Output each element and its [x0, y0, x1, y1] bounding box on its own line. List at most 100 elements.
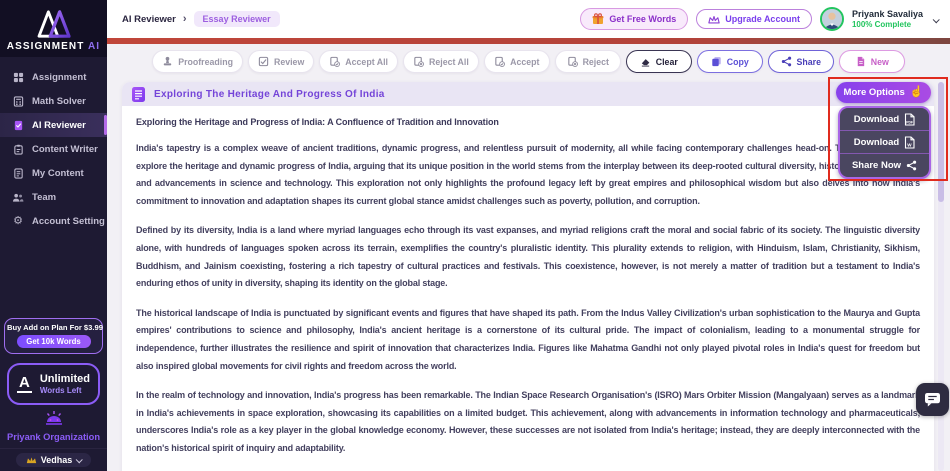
hand-pointer-icon: ☝ — [909, 86, 924, 98]
review-button[interactable]: Review — [247, 50, 315, 73]
calculator-icon — [12, 95, 24, 107]
reject-icon — [567, 56, 578, 67]
sidebar-item-label: Assignment — [32, 71, 87, 83]
document-title: Exploring The Heritage And Progress Of I… — [154, 88, 385, 100]
new-label: New — [870, 56, 889, 67]
logo-text-main: ASSIGNMENT — [6, 40, 85, 52]
sidebar-item-content-writer[interactable]: Content Writer — [0, 137, 107, 161]
reject-label: Reject — [582, 56, 609, 67]
gear-icon: ⚙ — [13, 214, 23, 227]
sidebar-item-my-content[interactable]: My Content — [0, 161, 107, 185]
profile-complete-badge: 100% Complete — [851, 19, 912, 29]
header-actions: Get Free Words Upgrade Account Priyank S… — [580, 7, 940, 31]
essay-body[interactable]: Exploring the Heritage and Progress of I… — [122, 106, 934, 471]
download-word-menu-item[interactable]: Download W — [840, 131, 929, 154]
crown-icon — [26, 457, 36, 464]
chevron-down-icon[interactable] — [932, 10, 940, 28]
reviewer-doc-icon — [12, 119, 24, 131]
proofreading-label: Proofreading — [178, 56, 233, 67]
clear-label: Clear — [655, 56, 678, 67]
accept-all-icon — [330, 56, 341, 67]
organization-icon — [0, 410, 107, 432]
more-options-button[interactable]: More Options ☝ — [836, 82, 931, 103]
more-options-dropdown: Download PDF Download W Share Now — [838, 106, 931, 179]
svg-text:W: W — [907, 142, 912, 147]
sidebar-item-label: Team — [32, 191, 57, 203]
assignment-ai-logo-icon — [37, 9, 71, 38]
logo-text-accent: AI — [87, 40, 101, 52]
workspace-selector[interactable]: Vedhas — [15, 453, 92, 467]
share-label: Share — [796, 56, 821, 67]
feedback-chat-button[interactable] — [916, 383, 949, 416]
pdf-icon: PDF — [905, 112, 915, 126]
top-header: AI Reviewer › Essay Reviewer Get Free Wo… — [107, 0, 950, 38]
reject-button[interactable]: Reject — [554, 50, 621, 73]
accept-button[interactable]: Accept — [483, 50, 550, 73]
svg-text:PDF: PDF — [906, 120, 913, 124]
get-10k-words-button[interactable]: Get 10k Words — [16, 335, 91, 348]
accept-all-button[interactable]: Accept All — [319, 50, 398, 73]
sidebar-item-math-solver[interactable]: Math Solver — [0, 89, 107, 113]
share-now-menu-item[interactable]: Share Now — [840, 154, 929, 177]
share-button[interactable]: Share — [767, 50, 834, 73]
buy-addon-card: Buy Add on Plan For $3.99 Get 10k Words — [4, 318, 103, 354]
reject-all-button[interactable]: Reject All — [403, 50, 479, 73]
scrollbar-thumb[interactable] — [938, 82, 944, 202]
reject-all-label: Reject All — [429, 56, 469, 67]
user-name: Priyank Savaliya — [851, 8, 923, 19]
sidebar-item-label: My Content — [32, 167, 84, 179]
download-pdf-label: Download — [853, 113, 900, 125]
sidebar-item-label: Account Setting — [32, 215, 105, 227]
sidebar-item-account-setting[interactable]: ⚙ Account Setting — [0, 209, 107, 233]
essay-paragraph: Defined by its diversity, India is a lan… — [136, 225, 920, 289]
essay-heading: Exploring the Heritage and Progress of I… — [136, 117, 499, 127]
more-options-label: More Options — [843, 87, 905, 98]
document-icon — [12, 167, 24, 179]
sidebar-item-label: Content Writer — [32, 143, 98, 155]
organization-name: Priyank Organization — [7, 432, 100, 442]
workspace-name: Vedhas — [40, 455, 73, 465]
assignment-ai-app: ASSIGNMENT AI Assignment Math Solver AI … — [0, 0, 950, 471]
review-icon — [258, 56, 269, 67]
upgrade-account-button[interactable]: Upgrade Account — [696, 9, 812, 29]
breadcrumb-parent[interactable]: AI Reviewer — [122, 14, 176, 25]
upgrade-account-label: Upgrade Account — [725, 14, 800, 24]
sidebar-nav: Assignment Math Solver AI Reviewer Conte… — [0, 65, 107, 233]
clear-button[interactable]: Clear — [625, 50, 692, 73]
word-icon: W — [905, 135, 915, 149]
sidebar-item-ai-reviewer[interactable]: AI Reviewer — [0, 113, 107, 137]
logo: ASSIGNMENT AI — [0, 0, 107, 57]
get-free-words-button[interactable]: Get Free Words — [580, 8, 689, 30]
sidebar-item-label: AI Reviewer — [32, 119, 86, 131]
chat-bubble-icon — [925, 392, 940, 407]
workspace-bar: Vedhas — [0, 448, 107, 471]
download-pdf-menu-item[interactable]: Download PDF — [840, 108, 929, 131]
accept-label: Accept — [510, 56, 540, 67]
avatar[interactable] — [819, 7, 844, 31]
words-left-value: Unlimited — [39, 373, 90, 385]
share-icon — [781, 56, 791, 67]
copy-button[interactable]: Copy — [696, 50, 763, 73]
user-menu[interactable]: Priyank Savaliya 100% Complete — [852, 9, 923, 29]
new-document-icon — [857, 56, 864, 67]
sidebar: ASSIGNMENT AI Assignment Math Solver AI … — [0, 0, 107, 471]
proofreading-button[interactable]: Proofreading — [152, 50, 243, 73]
chevron-down-icon — [75, 455, 84, 463]
assignment-ai-mini-logo: A — [17, 374, 32, 394]
essay-document-card: Exploring The Heritage And Progress Of I… — [122, 82, 934, 471]
breadcrumb-current-badge: Essay Reviewer — [193, 11, 280, 27]
copy-icon — [712, 57, 721, 67]
sidebar-item-team[interactable]: Team — [0, 185, 107, 209]
editor-toolbar: Proofreading Review Accept All Reject Al… — [107, 50, 950, 73]
accept-all-label: Accept All — [345, 56, 388, 67]
sidebar-item-assignment[interactable]: Assignment — [0, 65, 107, 89]
sidebar-item-label: Math Solver — [32, 95, 86, 107]
share-icon — [906, 160, 917, 171]
new-button[interactable]: New — [838, 50, 905, 73]
essay-paragraph: The historical landscape of India is pun… — [136, 307, 920, 371]
words-left-label: Words Left — [39, 386, 82, 395]
addon-title: Buy Add on Plan For $3.99 — [7, 323, 103, 332]
team-icon — [12, 191, 24, 203]
share-now-label: Share Now — [851, 160, 902, 171]
copy-label: Copy — [726, 56, 749, 67]
